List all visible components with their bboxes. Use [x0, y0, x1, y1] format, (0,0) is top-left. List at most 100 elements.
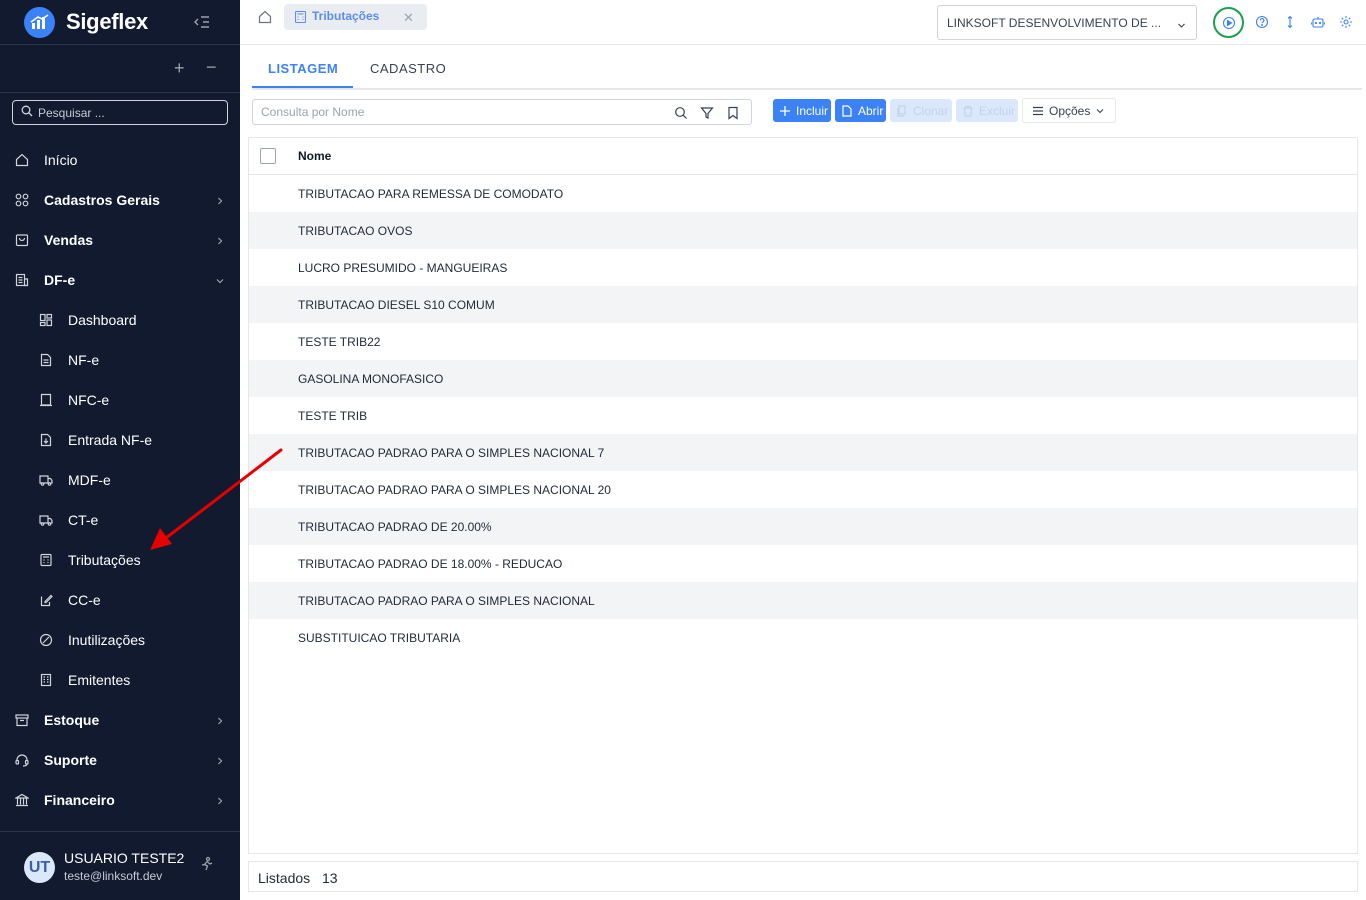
- select-all-checkbox[interactable]: [260, 148, 276, 164]
- tab-close-icon[interactable]: ✕: [403, 10, 414, 26]
- sidebar-item-vendas[interactable]: Vendas: [0, 220, 240, 260]
- sort-icon[interactable]: [1283, 15, 1297, 29]
- row-name: TRIBUTACAO PADRAO DE 20.00%: [298, 520, 492, 534]
- building-icon: [39, 673, 53, 687]
- tree-controls: + −: [0, 45, 240, 93]
- sidebar-item-label: Dashboard: [68, 312, 137, 328]
- avatar[interactable]: UT: [24, 852, 55, 883]
- sidebar-menu: Início Cadastros Gerais Vendas DF-e Dash…: [0, 140, 240, 820]
- table-row[interactable]: TRIBUTACAO OVOS: [249, 212, 1357, 249]
- file-icon: [841, 104, 853, 117]
- clone-button[interactable]: Clonar: [890, 99, 952, 122]
- row-name: TRIBUTACAO PADRAO PARA O SIMPLES NACIONA…: [298, 483, 611, 497]
- row-name: TRIBUTACAO PADRAO DE 18.00% - REDUCAO: [298, 557, 563, 571]
- open-button[interactable]: Abrir: [835, 99, 886, 122]
- filter-icon[interactable]: [700, 106, 714, 120]
- name-query-input[interactable]: [261, 105, 661, 119]
- sidebar-item-nfce[interactable]: NFC-e: [0, 380, 240, 420]
- table-row[interactable]: TRIBUTACAO PADRAO PARA O SIMPLES NACIONA…: [249, 471, 1357, 508]
- search-icon[interactable]: [674, 106, 688, 120]
- file-icon: [39, 353, 53, 367]
- table-footer: Listados 13: [248, 861, 1358, 892]
- column-header-nome[interactable]: Nome: [298, 149, 331, 163]
- apps-icon: [15, 193, 29, 207]
- delete-button[interactable]: Excluir: [956, 99, 1018, 122]
- collapse-all-button[interactable]: −: [206, 57, 217, 78]
- sidebar-item-cte[interactable]: CT-e: [0, 500, 240, 540]
- sidebar-item-label: Início: [44, 152, 78, 168]
- shopping-bag-icon: [15, 233, 29, 247]
- sidebar-item-suporte[interactable]: Suporte: [0, 740, 240, 780]
- listed-count: 13: [322, 870, 338, 886]
- expand-all-button[interactable]: +: [174, 58, 185, 79]
- table-row[interactable]: TRIBUTACAO PADRAO DE 20.00%: [249, 508, 1357, 545]
- sidebar-item-label: DF-e: [44, 272, 76, 288]
- tab-tributacoes[interactable]: Tributações ✕: [284, 4, 427, 30]
- sidebar-item-estoque[interactable]: Estoque: [0, 700, 240, 740]
- sidebar-item-dashboard[interactable]: Dashboard: [0, 300, 240, 340]
- sidebar-item-mdfe[interactable]: MDF-e: [0, 460, 240, 500]
- table-row[interactable]: TRIBUTACAO PADRAO DE 18.00% - REDUCAO: [249, 545, 1357, 582]
- table-row[interactable]: LUCRO PRESUMIDO - MANGUEIRAS: [249, 249, 1357, 286]
- collapse-sidebar-icon[interactable]: [193, 13, 211, 31]
- table-row[interactable]: TRIBUTACAO PADRAO PARA O SIMPLES NACIONA…: [249, 434, 1357, 471]
- chevron-right-icon: [215, 794, 225, 805]
- clone-button-label: Clonar: [913, 103, 949, 118]
- sidebar-item-inicio[interactable]: Início: [0, 140, 240, 180]
- options-button[interactable]: Opções: [1022, 98, 1116, 123]
- sidebar-item-entrada-nfe[interactable]: Entrada NF-e: [0, 420, 240, 460]
- sidebar-item-nfe[interactable]: NF-e: [0, 340, 240, 380]
- sidebar-item-label: MDF-e: [68, 472, 111, 488]
- truck-icon: [39, 513, 53, 527]
- tab-cadastro[interactable]: CADASTRO: [370, 61, 446, 76]
- sidebar-search: [12, 100, 228, 125]
- sidebar-item-financeiro[interactable]: Financeiro: [0, 780, 240, 820]
- row-name: TESTE TRIB: [298, 409, 368, 423]
- home-icon[interactable]: [258, 10, 272, 24]
- company-select-value: LINKSOFT DESENVOLVIMENTO DE ...: [947, 16, 1162, 30]
- chevron-right-icon: [215, 754, 225, 765]
- sidebar-item-label: Vendas: [44, 232, 94, 248]
- sidebar-item-cce[interactable]: CC-e: [0, 580, 240, 620]
- sidebar-item-dfe[interactable]: DF-e: [0, 260, 240, 300]
- table-row[interactable]: TRIBUTACAO DIESEL S10 COMUM: [249, 286, 1357, 323]
- include-button[interactable]: Incluir: [773, 99, 831, 122]
- file-import-icon: [39, 433, 53, 447]
- logout-icon[interactable]: [199, 856, 215, 872]
- table-row[interactable]: TESTE TRIB: [249, 397, 1357, 434]
- calculator-icon: [39, 553, 53, 567]
- table-row[interactable]: GASOLINA MONOFASICO: [249, 360, 1357, 397]
- chevron-right-icon: [215, 194, 225, 205]
- tab-listagem[interactable]: LISTAGEM: [268, 61, 338, 76]
- delete-button-label: Excluir: [979, 103, 1016, 118]
- dashboard-icon: [39, 313, 53, 327]
- file-edit-icon: [39, 593, 53, 607]
- bookmark-icon[interactable]: [726, 106, 740, 120]
- help-icon[interactable]: [1255, 15, 1269, 29]
- table-row[interactable]: SUBSTITUICAO TRIBUTARIA: [249, 619, 1357, 656]
- sidebar-item-tributacoes[interactable]: Tributações: [0, 540, 240, 580]
- headset-icon: [15, 753, 29, 767]
- sidebar-item-inutilizacoes[interactable]: Inutilizações: [0, 620, 240, 660]
- calculator-icon: [294, 10, 307, 24]
- company-select[interactable]: LINKSOFT DESENVOLVIMENTO DE ...: [937, 5, 1197, 40]
- row-name: TRIBUTACAO PADRAO PARA O SIMPLES NACIONA…: [298, 446, 605, 460]
- sidebar-item-label: Financeiro: [44, 792, 115, 808]
- sidebar-item-label: Estoque: [44, 712, 100, 728]
- tax-rules-table: Nome TRIBUTACAO PARA REMESSA DE COMODATO…: [248, 137, 1358, 854]
- table-row[interactable]: TESTE TRIB22: [249, 323, 1357, 360]
- play-button[interactable]: [1213, 7, 1244, 38]
- robot-icon[interactable]: [1310, 15, 1326, 29]
- sidebar-search-input[interactable]: [38, 105, 218, 120]
- sidebar-item-emitentes[interactable]: Emitentes: [0, 660, 240, 700]
- row-name: TRIBUTACAO PARA REMESSA DE COMODATO: [298, 187, 564, 201]
- row-name: TRIBUTACAO OVOS: [298, 224, 413, 238]
- gear-icon[interactable]: [1339, 15, 1353, 29]
- chevron-right-icon: [215, 234, 225, 245]
- sidebar-item-cadastros-gerais[interactable]: Cadastros Gerais: [0, 180, 240, 220]
- user-panel: UT USUARIO TESTE2 teste@linksoft.dev: [0, 831, 240, 900]
- sidebar-item-label: Cadastros Gerais: [44, 192, 160, 208]
- table-row[interactable]: TRIBUTACAO PADRAO PARA O SIMPLES NACIONA…: [249, 582, 1357, 619]
- table-row[interactable]: TRIBUTACAO PARA REMESSA DE COMODATO: [249, 175, 1357, 212]
- plus-icon: [779, 105, 791, 117]
